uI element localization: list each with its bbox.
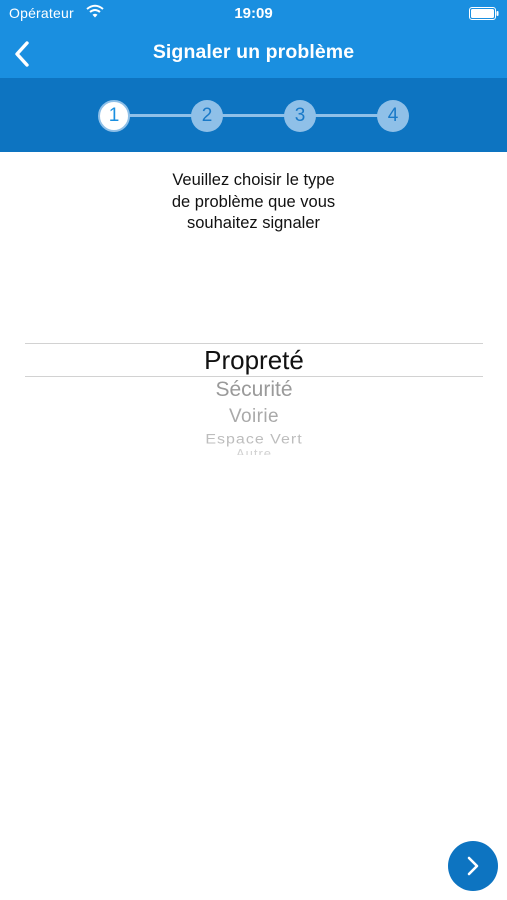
step-3: 3 [284,100,316,132]
picker-selection-line-top [25,343,483,344]
instruction-line-3: souhaitez signaler [187,214,320,232]
chevron-left-icon [15,41,29,67]
step-connector-line [114,114,394,117]
instruction-text: Veuillez choisir le type de problème que… [100,170,407,235]
step-2: 2 [191,100,223,132]
picker-selection-line-bottom [25,376,483,377]
chevron-right-icon [467,856,479,876]
instruction-line-2: de problème que vous [171,192,336,211]
battery-icon [469,7,499,20]
step-indicator: 1 2 3 4 [0,78,507,152]
picker-option[interactable]: Voirie [25,406,483,428]
picker-option[interactable]: Sécurité [25,378,483,402]
header: Opérateur 19:09 Signaler un problème [0,0,507,78]
status-bar: Opérateur 19:09 [0,0,507,28]
problem-type-picker[interactable]: Propreté Sécurité Voirie Espace Vert Aut… [25,340,483,465]
picker-option[interactable]: Autre [25,447,483,455]
instruction-line-1: Veuillez choisir le type [172,171,335,189]
status-time: 19:09 [234,5,273,22]
step-1: 1 [98,100,130,132]
picker-option-selected[interactable]: Propreté [25,345,483,376]
page-title: Signaler un problème [152,41,355,63]
picker-option[interactable]: Espace Vert [25,432,483,447]
back-button[interactable] [6,32,46,74]
nav-bar: Signaler un problème [0,28,507,78]
screen: Opérateur 19:09 Signaler un problème 1 2… [0,0,507,900]
step-4: 4 [377,100,409,132]
next-button[interactable] [448,841,498,891]
